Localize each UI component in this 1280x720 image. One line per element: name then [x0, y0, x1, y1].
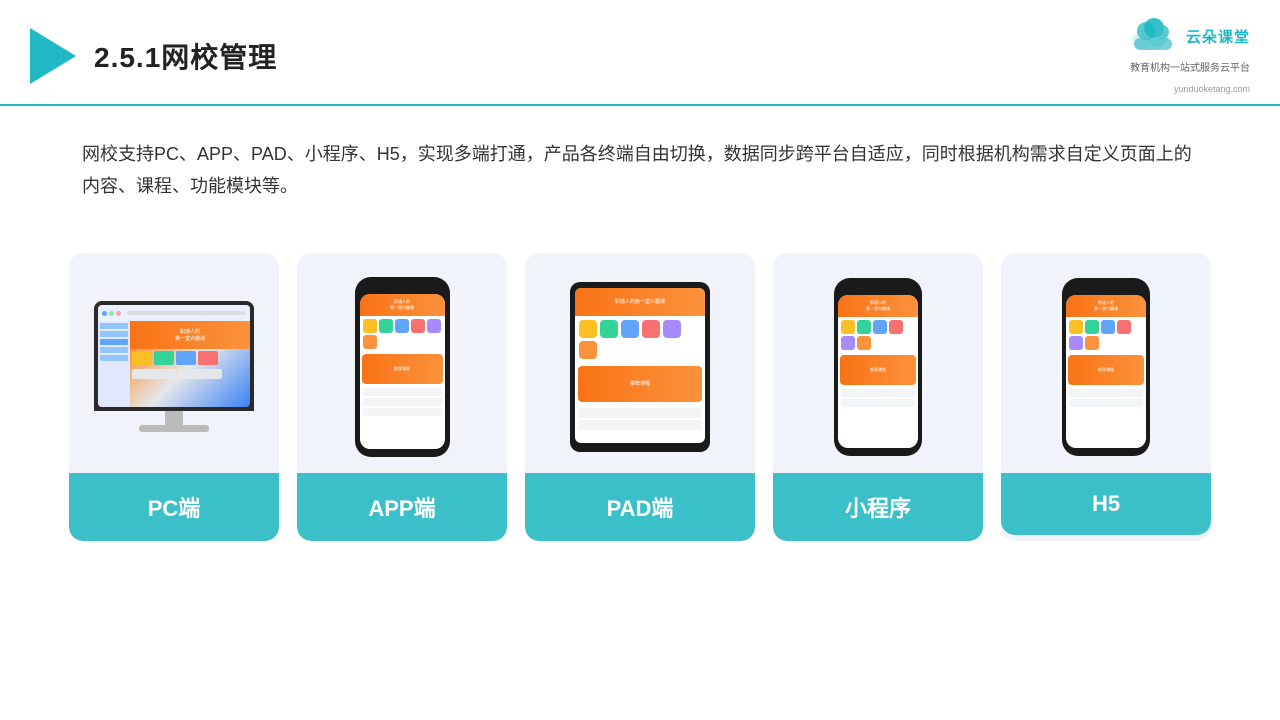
phone-h5-screen: 职通人的第一堂兴趣课 推荐课程 [1066, 295, 1146, 448]
brand-logo: 云朵课堂 教育机构一站式服务云平台 yunduoketang.com [1124, 18, 1250, 94]
monitor-screen: 职通人的第一堂兴趣课 [98, 305, 250, 407]
brand-url: yunduoketang.com [1174, 84, 1250, 94]
card-h5-image: 职通人的第一堂兴趣课 推荐课程 [1001, 253, 1211, 473]
tablet-screen: 职通人的第一堂兴趣课 推荐课程 [575, 288, 705, 443]
card-pc-image: 职通人的第一堂兴趣课 [69, 253, 279, 473]
phone-app-screen: 职通人的第一堂兴趣课 推荐课程 [360, 294, 445, 449]
monitor-body: 职通人的第一堂兴趣课 [94, 301, 254, 411]
card-h5-label: H5 [1001, 473, 1211, 535]
cloud-icon [1124, 18, 1180, 54]
logo-triangle-icon [30, 28, 76, 84]
card-miniprogram-label: 小程序 [773, 473, 983, 541]
card-miniprogram-image: 职通人的第一堂兴趣课 推荐课程 [773, 253, 983, 473]
description: 网校支持PC、APP、PAD、小程序、H5，实现多端打通，产品各终端自由切换，数… [0, 106, 1280, 223]
monitor-base [139, 425, 209, 432]
phone-app-device: 职通人的第一堂兴趣课 推荐课程 [355, 277, 450, 457]
monitor-device: 职通人的第一堂兴趣课 [94, 301, 254, 432]
card-app: 职通人的第一堂兴趣课 推荐课程 [297, 253, 507, 541]
brand-name: 云朵课堂 [1186, 26, 1250, 47]
card-pad-image: 职通人的第一堂兴趣课 推荐课程 [525, 253, 755, 473]
card-app-image: 职通人的第一堂兴趣课 推荐课程 [297, 253, 507, 473]
phone-miniprogram-screen: 职通人的第一堂兴趣课 推荐课程 [838, 295, 918, 448]
monitor-neck [165, 411, 183, 425]
card-pad-label: PAD端 [525, 473, 755, 541]
card-pc: 职通人的第一堂兴趣课 [69, 253, 279, 541]
phone-notch [388, 285, 416, 291]
page-title: 2.5.1网校管理 [94, 36, 277, 76]
header: 2.5.1网校管理 云朵课堂 教育机构一站式服务云平台 yunduoketang… [0, 0, 1280, 106]
phone-h5-notch [1092, 286, 1120, 292]
header-left: 2.5.1网校管理 [30, 28, 277, 84]
phone-h5-device: 职通人的第一堂兴趣课 推荐课程 [1062, 278, 1150, 456]
card-miniprogram: 职通人的第一堂兴趣课 推荐课程 [773, 253, 983, 541]
brand-icon-wrap: 云朵课堂 [1124, 18, 1250, 54]
phone-miniprogram-notch [864, 286, 892, 292]
phone-miniprogram-body: 职通人的第一堂兴趣课 推荐课程 [834, 278, 922, 456]
phone-h5-body: 职通人的第一堂兴趣课 推荐课程 [1062, 278, 1150, 456]
card-pc-label: PC端 [69, 473, 279, 541]
phone-app-body: 职通人的第一堂兴趣课 推荐课程 [355, 277, 450, 457]
phone-miniprogram-device: 职通人的第一堂兴趣课 推荐课程 [834, 278, 922, 456]
description-text: 网校支持PC、APP、PAD、小程序、H5，实现多端打通，产品各终端自由切换，数… [82, 138, 1198, 203]
tablet-body: 职通人的第一堂兴趣课 推荐课程 [570, 282, 710, 452]
card-h5: 职通人的第一堂兴趣课 推荐课程 [1001, 253, 1211, 541]
tablet-device: 职通人的第一堂兴趣课 推荐课程 [570, 282, 710, 452]
cards-container: 职通人的第一堂兴趣课 [0, 223, 1280, 571]
brand-subtitle: 教育机构一站式服务云平台 [1130, 62, 1250, 76]
card-pad: 职通人的第一堂兴趣课 推荐课程 [525, 253, 755, 541]
card-app-label: APP端 [297, 473, 507, 541]
